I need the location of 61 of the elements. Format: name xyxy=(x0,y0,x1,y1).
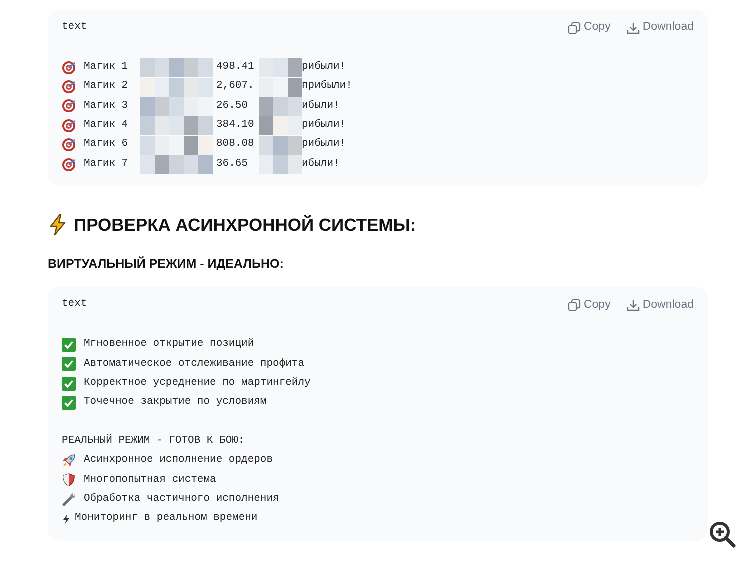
blurred-redaction xyxy=(258,58,302,78)
code-text: рибыли! xyxy=(302,137,346,152)
checkbox-icon xyxy=(62,376,76,391)
checkbox-icon xyxy=(62,338,76,352)
code-text: Магик 6 xyxy=(84,137,128,152)
copy-icon xyxy=(568,22,581,34)
download-icon xyxy=(626,22,640,34)
code-text: РЕАЛЬНЫЙ РЕЖИМ - ГОТОВ К БОЮ: xyxy=(62,434,245,449)
target-icon xyxy=(62,80,76,94)
target-icon xyxy=(62,60,76,75)
code-text: Магик 7 xyxy=(84,156,128,172)
code-text: Мониторинг в реальном времени xyxy=(75,511,258,526)
code-text: Магик 2 xyxy=(84,79,128,94)
blurred-redaction xyxy=(258,116,302,136)
target-icon xyxy=(62,99,76,114)
code-text: Магик 4 xyxy=(84,118,128,133)
blurred-redaction xyxy=(258,96,302,116)
code-text: рибыли! xyxy=(302,60,346,75)
code-text: Многопопытная система xyxy=(84,472,216,488)
lightning-icon xyxy=(48,214,68,236)
wrench-icon xyxy=(62,492,76,507)
copy-button[interactable]: Copy xyxy=(568,296,611,314)
blurred-redaction xyxy=(258,155,302,174)
download-button[interactable]: Download xyxy=(626,296,694,314)
code-text: прибыли! xyxy=(302,79,352,94)
zoom-in-icon[interactable] xyxy=(709,521,737,549)
code-text: 2,607. xyxy=(216,79,256,94)
language-label: text xyxy=(62,297,88,312)
code-text: 36.65 xyxy=(216,156,250,172)
code-text: Мгновенное открытие позиций xyxy=(84,337,254,352)
code-text: ибыли! xyxy=(302,156,340,172)
copy-icon xyxy=(568,298,581,312)
code-text: 384.10 xyxy=(216,118,256,133)
code-text: рибыли! xyxy=(302,118,346,133)
code-text: Обработка частичного исполнения xyxy=(84,492,280,507)
rocket-icon xyxy=(62,454,76,468)
target-icon xyxy=(62,138,76,152)
code-text: Автоматическое отслеживание профита xyxy=(84,356,305,372)
target-icon xyxy=(62,158,76,172)
code-text: 498.41 xyxy=(216,60,256,75)
blurred-redaction xyxy=(258,136,302,155)
download-button[interactable]: Download xyxy=(626,19,694,37)
language-label: text xyxy=(62,20,88,36)
checkbox-icon xyxy=(62,396,76,410)
code-text: ибыли! xyxy=(302,98,340,114)
code-text: 26.50 xyxy=(216,98,250,114)
blurred-redaction xyxy=(258,78,302,97)
code-text: Точечное закрытие по условиям xyxy=(84,395,267,410)
subheading: ВИРТУАЛЬНЫЙ РЕЖИМ - ИДЕАЛЬНО: xyxy=(48,256,285,273)
section-heading: ПРОВЕРКА АСИНХРОННОЙ СИСТЕМЫ: xyxy=(74,214,416,238)
code-text: Магик 1 xyxy=(84,60,128,75)
code-text: Асинхронное исполнение ордеров xyxy=(84,453,274,468)
code-text: Магик 3 xyxy=(84,98,128,114)
download-icon xyxy=(626,298,640,312)
copy-button[interactable]: Copy xyxy=(568,19,611,37)
target-icon xyxy=(62,118,76,133)
lightning-icon xyxy=(62,514,71,525)
shield-icon xyxy=(62,473,76,488)
code-text: Корректное усреднение по мартингейлу xyxy=(84,376,311,391)
checkbox-icon xyxy=(62,357,76,372)
code-text: 808.08 xyxy=(216,137,256,152)
